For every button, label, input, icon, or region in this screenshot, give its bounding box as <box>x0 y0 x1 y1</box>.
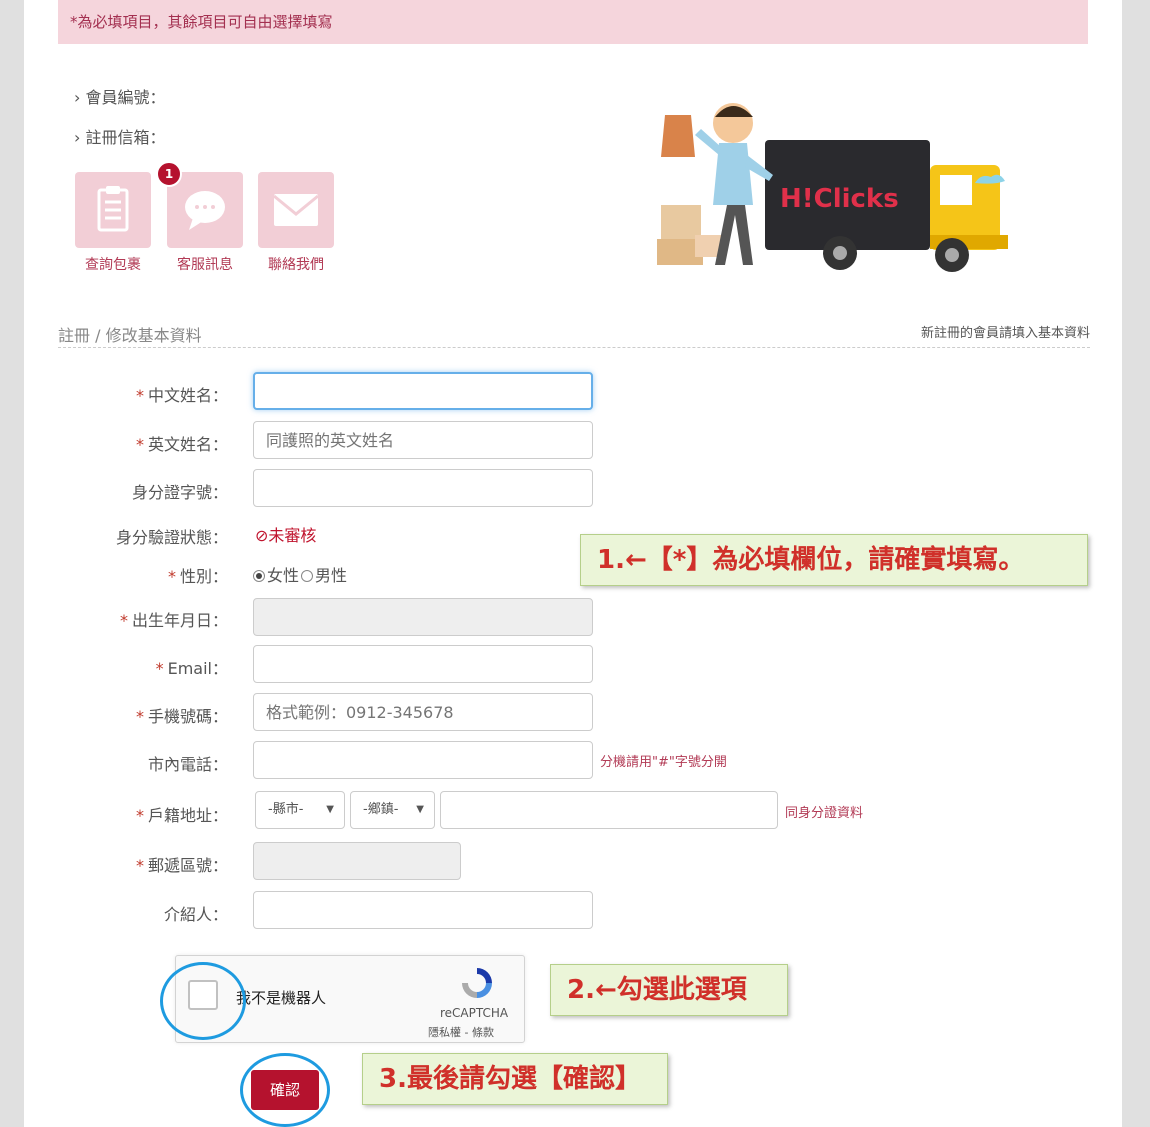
mobile-text: 手機號碼： <box>147 707 228 726</box>
section-divider <box>58 347 1090 348</box>
track-package-label[interactable]: 查詢包裹 <box>68 254 158 274</box>
required-mark: * <box>167 567 176 586</box>
address-text: 戶籍地址： <box>147 806 228 825</box>
gender-label: * 性別： <box>48 563 228 587</box>
required-mark: * <box>119 611 128 630</box>
id-status-label: 身分驗證狀態： <box>115 528 228 547</box>
zip-text: 郵遞區號： <box>147 856 228 875</box>
highlight-circle-confirm <box>240 1053 330 1127</box>
envelope-icon <box>273 194 319 226</box>
email-text: Email： <box>167 659 228 678</box>
banner-brand: H!Clicks <box>780 184 899 214</box>
zip-label: * 郵遞區號： <box>48 852 228 876</box>
callout-check-captcha: 2.←勾選此選項 <box>550 964 788 1016</box>
callout-required-fields: 1.←【*】為必填欄位，請確實填寫。 <box>580 534 1088 586</box>
mobile-label: * 手機號碼： <box>48 703 228 727</box>
county-select-value: -縣市- <box>268 802 304 817</box>
gender-male-radio[interactable] <box>301 570 314 582</box>
notification-badge: 1 <box>156 161 182 187</box>
chevron-down-icon: ▼ <box>416 804 424 815</box>
birthday-text: 出生年月日： <box>131 611 228 630</box>
county-select[interactable]: -縣市- ▼ <box>255 791 345 829</box>
birthday-input[interactable] <box>253 598 593 636</box>
track-package-button[interactable] <box>75 172 151 248</box>
address-hint: 同身分證資料 <box>785 806 864 821</box>
chinese-name-text: 中文姓名： <box>147 386 228 405</box>
phone-input[interactable] <box>253 741 593 779</box>
required-mark: * <box>135 707 144 726</box>
id-status-value: ⊘未審核 <box>255 526 317 545</box>
id-number-label: 身分證字號： <box>131 483 228 502</box>
zip-input[interactable] <box>253 842 461 880</box>
phone-hint: 分機請用"#"字號分開 <box>600 755 727 770</box>
gender-female-radio[interactable] <box>253 570 265 582</box>
birthday-label: * 出生年月日： <box>48 607 228 631</box>
support-messages-label[interactable]: 客服訊息 <box>160 254 250 274</box>
address-input[interactable] <box>440 791 778 829</box>
english-name-input[interactable] <box>253 421 593 459</box>
chevron-down-icon: ▼ <box>326 804 334 815</box>
gender-female-label[interactable]: 女性 <box>267 566 299 585</box>
required-mark: * <box>135 386 144 405</box>
chinese-name-input[interactable] <box>253 372 593 410</box>
gender-male-label[interactable]: 男性 <box>315 566 347 585</box>
english-name-text: 英文姓名： <box>147 435 228 454</box>
email-label: * Email： <box>48 655 228 679</box>
english-name-label: * 英文姓名： <box>48 431 228 455</box>
town-select-value: -鄉鎮- <box>363 802 399 817</box>
chinese-name-label: * 中文姓名： <box>48 382 228 406</box>
address-label: * 戶籍地址： <box>48 802 228 826</box>
referrer-input[interactable] <box>253 891 593 929</box>
id-number-input[interactable] <box>253 469 593 507</box>
mobile-input[interactable] <box>253 693 593 731</box>
member-id-label: › 會員編號： <box>74 88 166 107</box>
required-mark: * <box>155 659 164 678</box>
recaptcha-brand: reCAPTCHA <box>440 1006 509 1020</box>
member-email-label: › 註冊信箱： <box>74 128 166 147</box>
section-title: 註冊 / 修改基本資料 <box>58 326 202 345</box>
referrer-label: 介紹人： <box>163 905 228 924</box>
gender-text: 性別： <box>179 567 228 586</box>
required-mark: * <box>135 806 144 825</box>
highlight-circle-captcha <box>160 962 246 1040</box>
recaptcha-label: 我不是機器人 <box>236 989 327 1007</box>
clipboard-icon <box>97 186 129 232</box>
callout-confirm: 3.最後請勾選【確認】 <box>362 1053 668 1105</box>
town-select[interactable]: -鄉鎮- ▼ <box>350 791 435 829</box>
required-mark: * <box>135 435 144 454</box>
chat-bubble-icon <box>185 191 225 230</box>
required-mark: * <box>135 856 144 875</box>
section-subtitle: 新註冊的會員請填入基本資料 <box>920 326 1090 341</box>
recaptcha-logo-icon <box>462 968 492 998</box>
required-notice: *為必填項目，其餘項目可自由選擇填寫 <box>58 0 1088 44</box>
gender-radio-group: 女性 男性 <box>253 562 347 586</box>
support-messages-button[interactable] <box>167 172 243 248</box>
recaptcha-links[interactable]: 隱私權 - 條款 <box>428 1024 494 1040</box>
delivery-truck-illustration: H!Clicks <box>657 103 1008 272</box>
phone-label: 市內電話： <box>147 755 228 774</box>
contact-us-button[interactable] <box>258 172 334 248</box>
email-input[interactable] <box>253 645 593 683</box>
contact-us-label[interactable]: 聯絡我們 <box>251 254 341 274</box>
